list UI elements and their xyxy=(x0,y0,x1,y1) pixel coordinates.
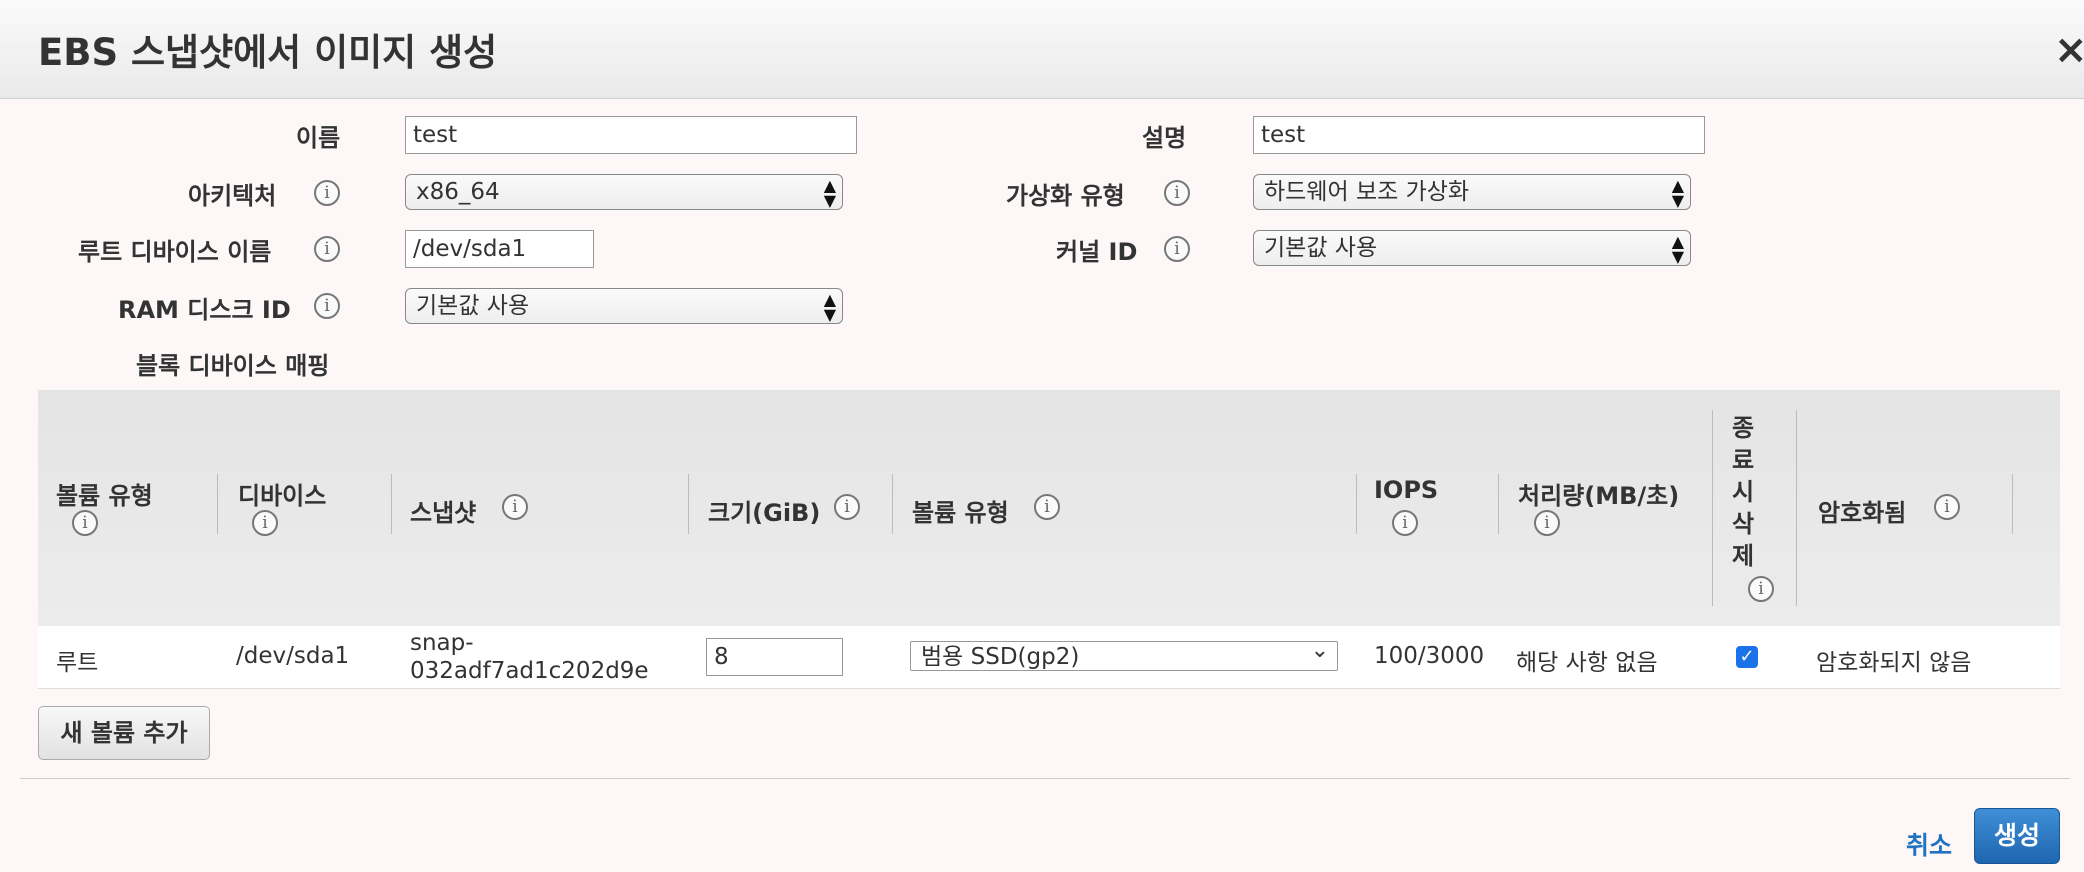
volume-type-select[interactable]: 범용 SSD(gp2) ⌄ xyxy=(910,641,1338,671)
info-icon[interactable]: i xyxy=(1034,494,1060,520)
column-divider xyxy=(1712,410,1713,606)
th-snapshot: 스냅샷 xyxy=(410,499,477,527)
info-icon[interactable]: i xyxy=(252,510,278,536)
virtualization-select-value: 하드웨어 보조 가상화 xyxy=(1264,179,1470,205)
column-divider xyxy=(1498,474,1499,534)
create-button[interactable]: 생성 xyxy=(1974,808,2060,864)
ramdisk-label: RAM 디스크 ID xyxy=(118,296,291,324)
th-delete-char: 삭 xyxy=(1732,510,1755,538)
info-icon[interactable]: i xyxy=(502,494,528,520)
description-input[interactable]: test xyxy=(1253,116,1705,154)
column-divider xyxy=(391,474,392,534)
th-encrypted: 암호화됨 xyxy=(1818,499,1907,527)
dialog-title: EBS 스냅샷에서 이미지 생성 xyxy=(38,31,498,74)
th-volume-type: 볼륨 유형 xyxy=(56,482,153,510)
footer-divider xyxy=(20,778,2070,779)
info-icon[interactable]: i xyxy=(314,293,340,319)
root-device-input[interactable]: /dev/sda1 xyxy=(405,230,594,268)
info-icon[interactable]: i xyxy=(72,510,98,536)
table-row: 루트 /dev/sda1 snap- 032adf7ad1c202d9e 8 범… xyxy=(38,626,2060,689)
cell-device: /dev/sda1 xyxy=(236,643,350,669)
th-size: 크기(GiB) xyxy=(708,499,821,527)
architecture-label: 아키텍처 xyxy=(188,182,277,210)
cell-snapshot-line2: 032adf7ad1c202d9e xyxy=(410,658,649,684)
select-arrows-icon: ▲ ▼ xyxy=(823,176,836,210)
column-divider xyxy=(217,474,218,534)
column-divider xyxy=(1356,474,1357,534)
ramdisk-select[interactable]: 기본값 사용 ▲ ▼ xyxy=(405,288,843,324)
column-divider xyxy=(892,474,893,534)
th-iops: IOPS xyxy=(1374,476,1439,504)
select-arrows-icon: ▲ ▼ xyxy=(1671,232,1684,266)
size-input[interactable]: 8 xyxy=(706,638,843,676)
add-volume-button[interactable]: 새 볼륨 추가 xyxy=(38,706,210,760)
select-arrows-icon: ▲ ▼ xyxy=(823,290,836,324)
chevron-down-icon: ⌄ xyxy=(1310,641,1329,663)
dialog-header: EBS 스냅샷에서 이미지 생성 × xyxy=(0,0,2084,99)
th-throughput: 처리량(MB/초) xyxy=(1518,482,1680,510)
column-divider xyxy=(1796,410,1797,606)
cell-volume-type: 루트 xyxy=(56,650,99,676)
root-device-label: 루트 디바이스 이름 xyxy=(78,238,272,266)
info-icon[interactable]: i xyxy=(1934,494,1960,520)
delete-on-termination-checkbox[interactable]: ✓ xyxy=(1736,646,1758,668)
name-label: 이름 xyxy=(296,124,341,152)
info-icon[interactable]: i xyxy=(1164,180,1190,206)
info-icon[interactable]: i xyxy=(1164,236,1190,262)
cell-throughput: 해당 사항 없음 xyxy=(1516,650,1658,676)
architecture-select[interactable]: x86_64 ▲ ▼ xyxy=(405,174,843,210)
th-delete-char: 시 xyxy=(1732,478,1755,506)
info-icon[interactable]: i xyxy=(834,494,860,520)
th-delete-char: 종 xyxy=(1732,414,1755,442)
virtualization-label: 가상화 유형 xyxy=(1006,182,1125,210)
virtualization-select[interactable]: 하드웨어 보조 가상화 ▲ ▼ xyxy=(1253,174,1691,210)
ramdisk-select-value: 기본값 사용 xyxy=(416,293,530,319)
cell-snapshot-line1: snap- xyxy=(410,630,474,656)
kernel-select-value: 기본값 사용 xyxy=(1264,235,1378,261)
close-icon[interactable]: × xyxy=(2054,28,2084,72)
th-volume-type-2: 볼륨 유형 xyxy=(912,499,1009,527)
info-icon[interactable]: i xyxy=(1534,510,1560,536)
cancel-link[interactable]: 취소 xyxy=(1906,826,1952,862)
block-mapping-label: 블록 디바이스 매핑 xyxy=(136,352,330,380)
name-input[interactable]: test xyxy=(405,116,857,154)
th-delete-char: 제 xyxy=(1732,542,1755,570)
info-icon[interactable]: i xyxy=(1392,510,1418,536)
cell-encrypted: 암호화되지 않음 xyxy=(1816,650,1972,676)
description-label: 설명 xyxy=(1142,124,1187,152)
th-delete-char: 료 xyxy=(1732,446,1755,474)
volume-type-select-value: 범용 SSD(gp2) xyxy=(921,644,1080,670)
column-divider xyxy=(688,474,689,534)
kernel-label: 커널 ID xyxy=(1056,238,1138,266)
block-mapping-table-header: 볼륨 유형 i 디바이스 i 스냅샷 i 크기(GiB) i 볼륨 유형 i I… xyxy=(38,390,2060,626)
info-icon[interactable]: i xyxy=(1748,576,1774,602)
kernel-select[interactable]: 기본값 사용 ▲ ▼ xyxy=(1253,230,1691,266)
cell-iops: 100/3000 xyxy=(1374,643,1485,669)
column-divider xyxy=(2012,474,2013,534)
architecture-select-value: x86_64 xyxy=(416,179,500,205)
select-arrows-icon: ▲ ▼ xyxy=(1671,176,1684,210)
info-icon[interactable]: i xyxy=(314,236,340,262)
info-icon[interactable]: i xyxy=(314,180,340,206)
th-device: 디바이스 xyxy=(238,482,327,510)
